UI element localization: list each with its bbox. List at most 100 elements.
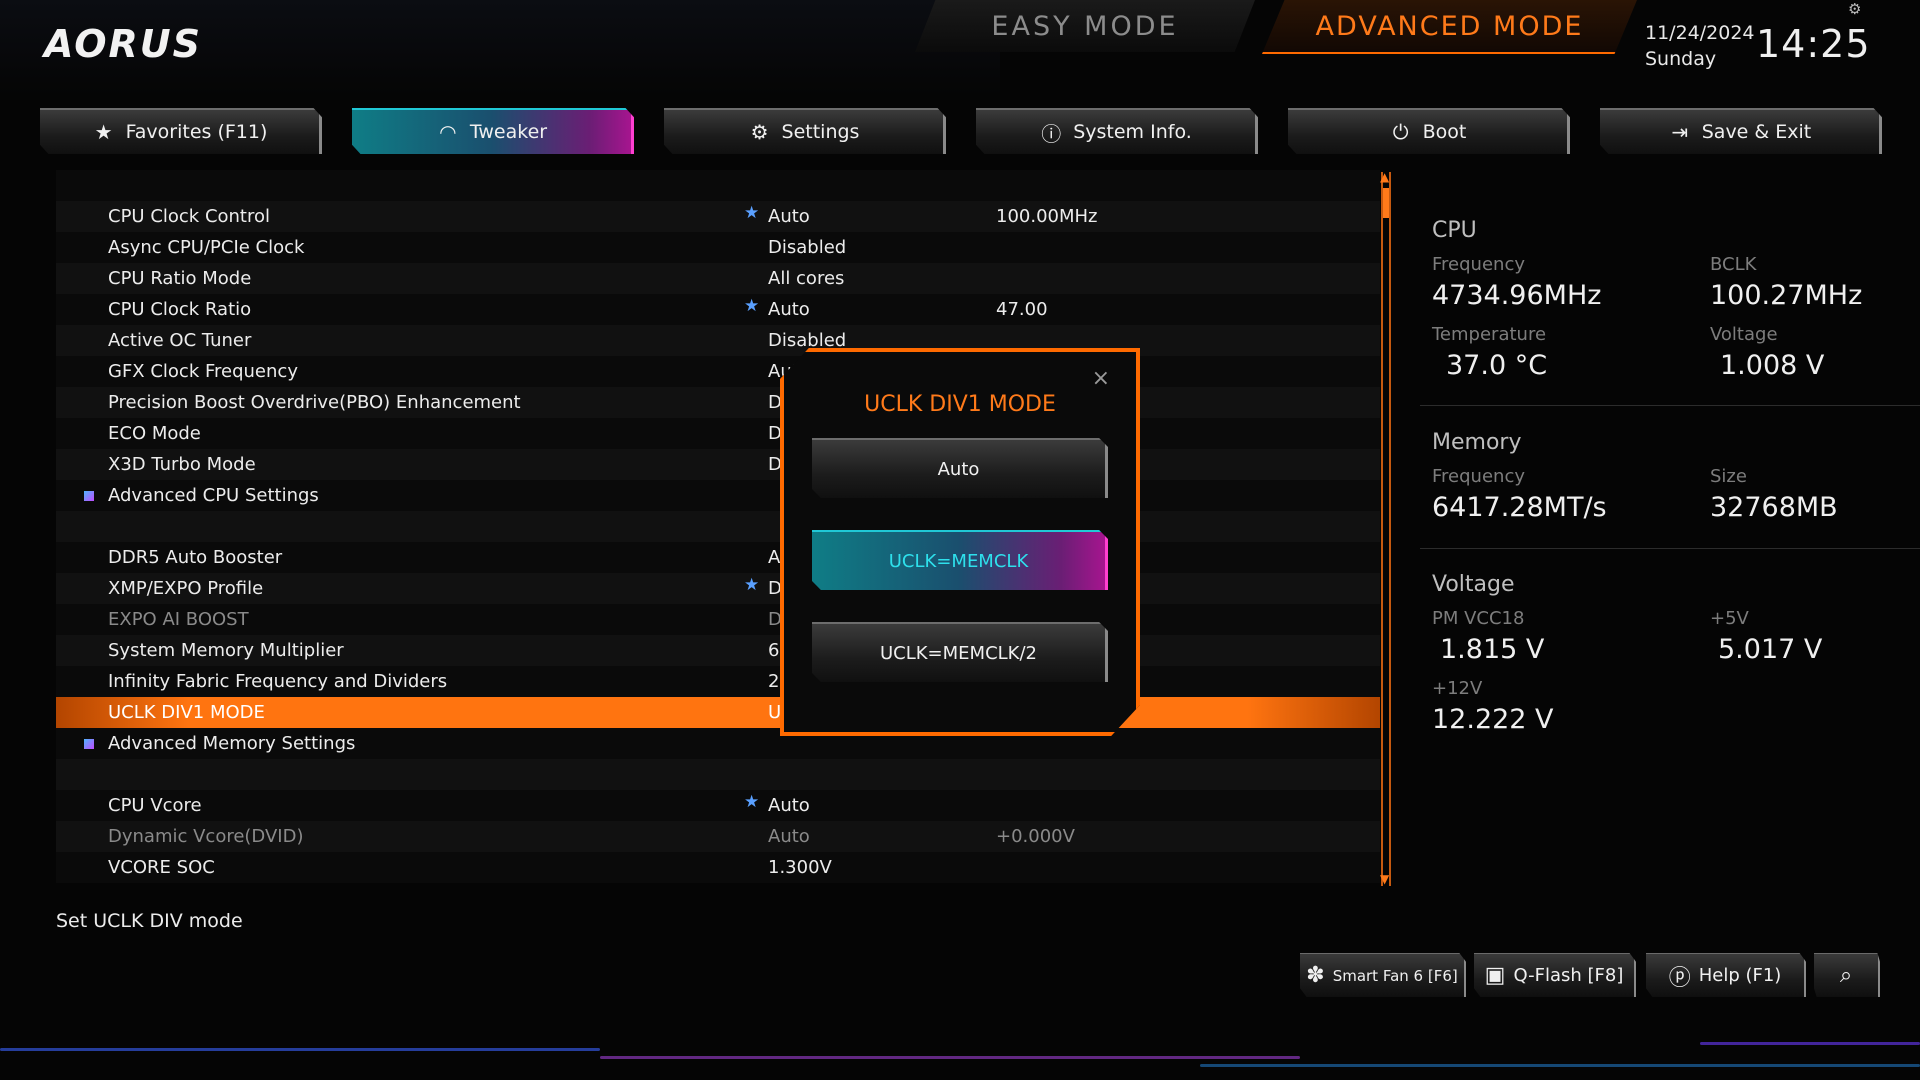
setting-row[interactable]: CPU Ratio Mode All cores	[56, 263, 1380, 294]
setting-value[interactable]: 1.300V	[768, 857, 832, 878]
help-button[interactable]: ⓟ Help (F1)	[1646, 953, 1806, 997]
tab-tweaker[interactable]: ◠ Tweaker	[352, 108, 634, 154]
setting-value[interactable]: All cores	[768, 268, 844, 289]
setting-row[interactable]: EXPO AI BOOSTDisabled	[56, 604, 1380, 635]
favorite-star-icon[interactable]: ★	[744, 792, 759, 812]
memory-size-label: Size	[1710, 466, 1747, 487]
tab-label: Favorites (F11)	[125, 121, 268, 143]
memory-size-value: 32768MB	[1710, 492, 1838, 523]
setting-secondary-value: 47.00	[996, 299, 1048, 320]
favorite-star-icon[interactable]: ★	[744, 296, 759, 316]
tab-boot[interactable]: ⏻ Boot	[1288, 108, 1570, 154]
smart-fan-label: Smart Fan 6 [F6]	[1332, 966, 1458, 985]
tab-system-info[interactable]: ⓘ System Info.	[976, 108, 1258, 154]
day-text: Sunday	[1645, 48, 1717, 70]
favorite-star-icon[interactable]: ★	[744, 575, 759, 595]
tab-label: System Info.	[1073, 121, 1192, 143]
setting-row[interactable]: System Memory Multiplier64.00	[56, 635, 1380, 666]
option-auto[interactable]: Auto	[812, 438, 1108, 498]
memory-frequency-value: 6417.28MT/s	[1432, 492, 1607, 523]
setting-value[interactable]: Auto	[768, 795, 810, 816]
setting-row[interactable]: CPU Clock Ratio ★ Auto 47.00	[56, 294, 1380, 325]
spacer-row	[56, 170, 1380, 201]
submenu-square-icon	[84, 491, 94, 501]
setting-label: System Memory Multiplier	[108, 640, 344, 661]
cpu-voltage-label: Voltage	[1710, 324, 1778, 345]
smart-fan-button[interactable]: ✽ Smart Fan 6 [F6]	[1300, 953, 1466, 997]
help-label: Help (F1)	[1698, 965, 1782, 986]
easy-mode-button[interactable]: EASY MODE	[915, 0, 1255, 52]
advanced-mode-button[interactable]: ADVANCED MODE	[1262, 0, 1637, 54]
favorite-star-icon[interactable]: ★	[744, 203, 759, 223]
setting-row[interactable]: Dynamic Vcore(DVID) Auto +0.000V	[56, 821, 1380, 852]
setting-label: CPU Clock Control	[108, 206, 271, 227]
tab-label: Save & Exit	[1701, 121, 1812, 143]
setting-value[interactable]: Auto	[768, 826, 810, 847]
option-uclk-memclk-half[interactable]: UCLK=MEMCLK/2	[812, 622, 1108, 682]
cpu-temperature-label: Temperature	[1432, 324, 1547, 345]
decor-streak	[0, 1048, 600, 1051]
chip-icon: ▣	[1484, 963, 1506, 988]
q-flash-button[interactable]: ▣ Q-Flash [F8]	[1474, 953, 1636, 997]
voltage-section-title: Voltage	[1432, 572, 1515, 597]
setting-label: CPU Ratio Mode	[108, 268, 252, 289]
bclk-value: 100.27MHz	[1710, 280, 1863, 311]
date-display: 11/24/2024 Sunday	[1645, 20, 1755, 72]
help-description: Set UCLK DIV mode	[56, 910, 243, 932]
plus5v-label: +5V	[1710, 608, 1749, 629]
setting-row[interactable]: DDR5 Auto BoosterAuto	[56, 542, 1380, 573]
q-flash-label: Q-Flash [F8]	[1513, 965, 1624, 986]
setting-row[interactable]: UCLK DIV1 MODEUCLK=MEMCLK	[56, 697, 1380, 728]
setting-row[interactable]: X3D Turbo ModeDisabled	[56, 449, 1380, 480]
setting-value[interactable]: Disabled	[768, 237, 846, 258]
close-icon[interactable]: ×	[1092, 366, 1110, 391]
decor-streak	[1700, 1042, 1920, 1045]
exit-icon: ⇥	[1671, 120, 1689, 144]
tab-favorites[interactable]: ★ Favorites (F11)	[40, 108, 322, 154]
gear-icon: ⚙	[750, 120, 769, 144]
tab-label: Settings	[781, 121, 860, 143]
option-uclk-memclk[interactable]: UCLK=MEMCLK	[812, 530, 1108, 590]
info-icon: ⓘ	[1041, 121, 1062, 146]
tab-label: Tweaker	[469, 121, 548, 143]
setting-value[interactable]: Auto	[768, 299, 810, 320]
decor-streak	[1200, 1064, 1920, 1067]
setting-row[interactable]: ECO ModeDisabled	[56, 418, 1380, 449]
setting-row[interactable]: Infinity Fabric Frequency and Dividers21…	[56, 666, 1380, 697]
spacer-row	[56, 511, 1380, 542]
setting-label: UCLK DIV1 MODE	[108, 702, 265, 723]
setting-value[interactable]: Disabled	[768, 330, 846, 351]
plus12v-value: 12.222 V	[1432, 704, 1554, 735]
setting-row[interactable]: XMP/EXPO Profile★Disabled	[56, 573, 1380, 604]
scroll-up-icon[interactable]: ▲	[1380, 170, 1389, 184]
setting-label: Precision Boost Overdrive(PBO) Enhanceme…	[108, 392, 521, 413]
tab-settings[interactable]: ⚙ Settings	[664, 108, 946, 154]
setting-value[interactable]: Auto	[768, 206, 810, 227]
setting-row[interactable]: Active OC Tuner Disabled	[56, 325, 1380, 356]
setting-row[interactable]: Async CPU/PCIe Clock Disabled	[56, 232, 1380, 263]
setting-row[interactable]: GFX Clock FrequencyAuto	[56, 356, 1380, 387]
setting-row[interactable]: CPU Clock Control ★ Auto 100.00MHz	[56, 201, 1380, 232]
settings-list: CPU Clock Control ★ Auto 100.00MHz Async CPU…	[56, 170, 1380, 886]
submenu-row[interactable]: Advanced CPU Settings	[56, 480, 1380, 511]
date-text: 11/24/2024	[1645, 22, 1755, 44]
tab-label: Boot	[1422, 121, 1467, 143]
speedometer-icon: ◠	[439, 120, 457, 144]
panel-divider	[1420, 405, 1920, 406]
setting-row[interactable]: CPU Vcore ★ Auto	[56, 790, 1380, 821]
pm-vcc18-value: 1.815 V	[1440, 634, 1545, 665]
plus12v-label: +12V	[1432, 678, 1483, 699]
cpu-frequency-label: Frequency	[1432, 254, 1525, 275]
setting-label: CPU Clock Ratio	[108, 299, 252, 320]
setting-row[interactable]: Precision Boost Overdrive(PBO) Enhanceme…	[56, 387, 1380, 418]
setting-row[interactable]: VCORE SOC 1.300V	[56, 852, 1380, 883]
tab-save-exit[interactable]: ⇥ Save & Exit	[1600, 108, 1882, 154]
gear-icon[interactable]: ⚙	[1848, 0, 1861, 18]
search-button[interactable]: ⌕	[1814, 953, 1880, 997]
scrollbar-thumb[interactable]	[1383, 188, 1389, 218]
submenu-row[interactable]: Advanced Memory Settings	[56, 728, 1380, 759]
scroll-down-icon[interactable]: ▼	[1380, 872, 1389, 886]
scrollbar-track[interactable]	[1381, 172, 1391, 886]
setting-label: EXPO AI BOOST	[108, 609, 249, 630]
setting-label: ECO Mode	[108, 423, 201, 444]
